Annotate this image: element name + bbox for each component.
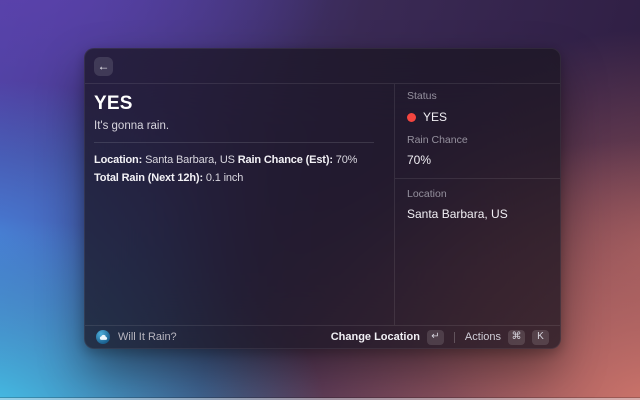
result-subtitle: It's gonna rain. [94, 119, 384, 133]
change-location-button[interactable]: Change Location ↵ [331, 330, 444, 345]
actions-menu-button[interactable]: Actions ⌘ K [465, 330, 549, 345]
status-value: YES [423, 110, 447, 124]
actions-label: Actions [465, 331, 501, 343]
summary-chance-value: 70% [336, 154, 358, 166]
content-divider [94, 142, 374, 143]
summary-chance-label: Rain Chance (Est): [238, 154, 333, 166]
cloud-app-icon [96, 330, 110, 344]
window-header: ← [85, 49, 560, 84]
summary-total-value: 0.1 inch [206, 172, 243, 184]
status-row: YES [407, 110, 548, 124]
window-body: YES It's gonna rain. Location: Santa Bar… [85, 84, 560, 325]
change-location-label: Change Location [331, 331, 420, 343]
app-window: ← YES It's gonna rain. Location: Santa B… [84, 48, 561, 349]
command-key-icon: ⌘ [508, 330, 525, 345]
status-label: Status [407, 90, 548, 103]
footer-bar: Will It Rain? Change Location ↵ Actions … [85, 325, 560, 348]
summary-total-label: Total Rain (Next 12h): [94, 172, 203, 184]
rain-chance-label: Rain Chance [407, 134, 548, 147]
status-dot-icon [407, 113, 416, 122]
rain-chance-value: 70% [407, 153, 548, 167]
metadata-divider [395, 178, 560, 179]
footer-separator [454, 332, 455, 343]
weather-summary: Location: Santa Barbara, US Rain Chance … [94, 151, 384, 187]
summary-location-label: Location: [94, 154, 142, 166]
back-arrow-icon: ← [98, 60, 110, 72]
metadata-panel: Status YES Rain Chance 70% Location Sant… [395, 84, 560, 325]
main-content: YES It's gonna rain. Location: Santa Bar… [85, 84, 394, 325]
command-title: Will It Rain? [118, 331, 177, 343]
location-value: Santa Barbara, US [407, 207, 548, 221]
location-label: Location [407, 188, 548, 201]
k-key-icon: K [532, 330, 549, 345]
summary-location-value: Santa Barbara, US [145, 154, 235, 166]
desktop-background: ← YES It's gonna rain. Location: Santa B… [0, 0, 640, 400]
result-title: YES [94, 94, 384, 114]
footer-actions: Change Location ↵ Actions ⌘ K [331, 330, 549, 345]
return-key-icon: ↵ [427, 330, 444, 345]
back-button[interactable]: ← [94, 57, 113, 76]
cloud-icon [99, 333, 108, 342]
